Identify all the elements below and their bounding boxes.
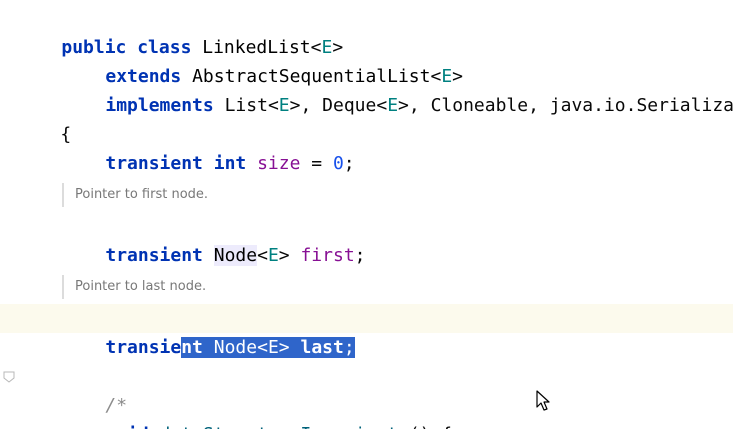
field-name: last <box>300 337 344 358</box>
keyword: transient <box>105 245 214 266</box>
number-literal: 0 <box>332 153 344 174</box>
semicolon: ; <box>354 245 366 266</box>
code-line-implements[interactable]: implements List<E>, Deque<E>, Cloneable,… <box>62 62 733 116</box>
code-line-last-field[interactable]: transient Node<E> last; <box>62 304 733 358</box>
class-name: Node <box>213 337 258 358</box>
angle-close: > <box>278 245 301 266</box>
field-name: size <box>257 153 301 174</box>
code-line-extends[interactable]: extends AbstractSequentialList<E> <box>62 33 733 87</box>
code-line-class-declaration[interactable]: public class LinkedList<E> <box>18 4 733 58</box>
keyword: nt <box>181 337 203 358</box>
operator: = <box>300 153 333 174</box>
class-name: Node <box>213 245 258 266</box>
keyword: transient int <box>105 153 258 174</box>
text-selection[interactable]: nt Node<E> last; <box>181 337 355 358</box>
fold-marker-icon[interactable] <box>3 371 15 383</box>
parens-brace: () { <box>409 424 452 429</box>
semicolon: ; <box>343 337 355 358</box>
code-editor[interactable]: public class LinkedList<E> extends Abstr… <box>0 0 733 429</box>
doc-comment-last: Pointer to last node. <box>62 275 206 299</box>
angle-close: > <box>278 337 301 358</box>
keyword: transie <box>105 337 182 358</box>
code-line-size-field[interactable]: transient int size = 0; <box>62 120 733 174</box>
code-line-first-field[interactable]: transient Node<E> first; <box>62 212 733 266</box>
method-name: dataStructureInvariants <box>160 424 409 429</box>
code-line-open-brace[interactable]: { <box>17 91 733 145</box>
keyword: void <box>105 424 159 429</box>
type-param: E <box>267 245 279 266</box>
code-line-method-signature[interactable]: void dataStructureInvariants() { <box>62 391 733 429</box>
type-param: E <box>267 337 279 358</box>
doc-comment-first: Pointer to first node. <box>62 183 208 207</box>
mouse-pointer-icon <box>536 390 550 411</box>
code-line-comment-open[interactable]: /* <box>62 362 733 416</box>
semicolon: ; <box>343 153 355 174</box>
angle-open: < <box>257 245 268 266</box>
field-name: first <box>300 245 355 266</box>
angle-open: < <box>257 337 268 358</box>
